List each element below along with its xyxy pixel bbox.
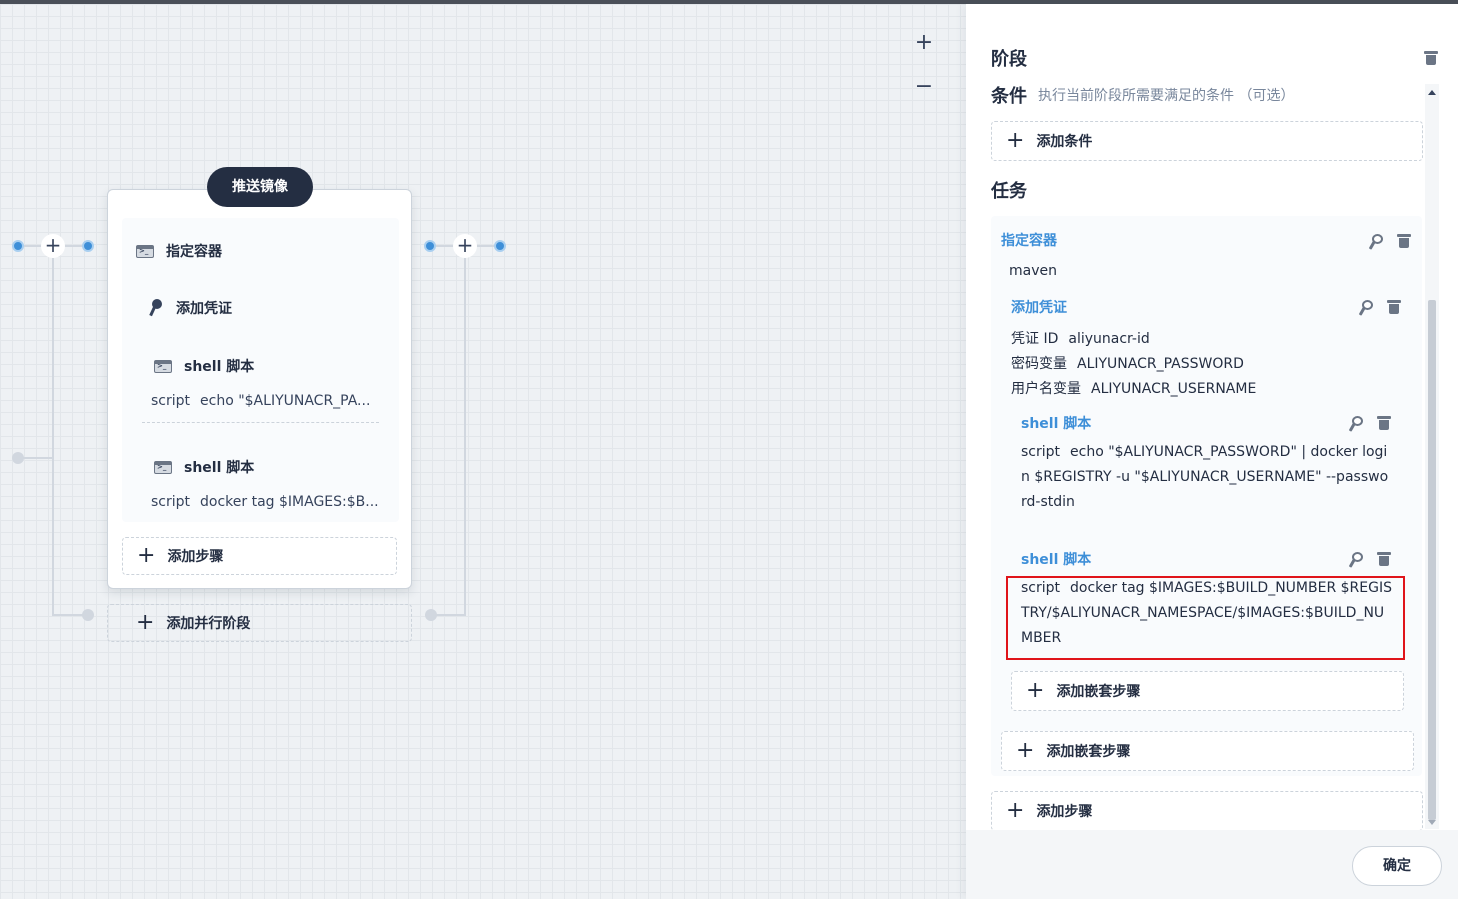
add-parallel-stage-button[interactable]: + 添加并行阶段 — [107, 604, 412, 642]
step-label: 添加凭证 — [176, 301, 232, 317]
add-stage-after-button[interactable]: + — [453, 234, 477, 258]
terminal-icon — [154, 460, 172, 474]
highlight-box — [1006, 576, 1405, 660]
stage-add-step-button[interactable]: + 添加步骤 — [122, 537, 397, 575]
panel-footer: 确定 — [966, 830, 1458, 899]
edit-wrench-icon[interactable] — [1366, 234, 1383, 249]
script-value: echo "$ALIYUNACR_PASSWORD" | docker logi… — [1021, 444, 1389, 510]
connector-line — [20, 457, 54, 459]
plus-icon: + — [1016, 738, 1035, 763]
script-key: script — [151, 494, 191, 510]
task-credential-title[interactable]: 添加凭证 — [1011, 297, 1067, 317]
stage-heading: 阶段 — [991, 49, 1027, 70]
delete-task-icon[interactable] — [1377, 552, 1391, 566]
field-key: 密码变量 — [1011, 356, 1067, 372]
zoom-in-button[interactable]: + — [912, 31, 936, 55]
conditions-heading: 条件 — [991, 86, 1027, 107]
panel-scrollbar[interactable] — [1425, 84, 1439, 829]
delete-task-icon[interactable] — [1397, 234, 1411, 248]
connector-line — [52, 258, 54, 616]
delete-stage-icon[interactable] — [1424, 51, 1438, 65]
delete-task-icon[interactable] — [1387, 300, 1401, 314]
delete-task-icon[interactable] — [1377, 416, 1391, 430]
connector-line — [432, 614, 466, 616]
plus-icon: + — [137, 543, 156, 568]
stage-step-container[interactable]: 指定容器 — [136, 241, 222, 261]
stage-card[interactable]: 指定容器 添加凭证 shell 脚本 script echo "$ALIYUNAC… — [107, 189, 412, 589]
step-label: shell 脚本 — [184, 460, 255, 476]
task-shell-1-title[interactable]: shell 脚本 — [1021, 413, 1091, 433]
add-nested-step-outer-button[interactable]: + 添加嵌套步骤 — [1001, 731, 1414, 771]
tasks-heading: 任务 — [991, 181, 1027, 202]
field-value: aliyunacr-id — [1068, 331, 1150, 347]
terminal-icon — [136, 244, 154, 258]
zoom-out-button[interactable]: − — [912, 75, 936, 99]
connector-dot — [12, 240, 24, 252]
stage-steps-container: 指定容器 添加凭证 shell 脚本 script echo "$ALIYUNAC… — [122, 218, 399, 522]
plus-icon: + — [1006, 128, 1025, 153]
plus-icon: + — [136, 610, 155, 635]
button-label: 添加步骤 — [167, 549, 224, 565]
add-condition-button[interactable]: + 添加条件 — [991, 121, 1423, 161]
task-container-title[interactable]: 指定容器 — [1001, 230, 1057, 250]
stage-step-shell-1[interactable]: shell 脚本 — [154, 356, 254, 376]
stage-step-credential[interactable]: 添加凭证 — [148, 298, 232, 318]
terminal-icon — [154, 359, 172, 373]
step-divider — [142, 422, 379, 423]
plus-icon: + — [1026, 678, 1045, 703]
connector-dot — [424, 240, 436, 252]
connector-dot — [12, 452, 24, 464]
scroll-thumb[interactable] — [1428, 300, 1436, 820]
button-label: 添加条件 — [1036, 134, 1093, 150]
connector-dot — [494, 240, 506, 252]
button-label: 添加步骤 — [1036, 804, 1093, 820]
connector-dot — [425, 609, 437, 621]
shell-1-script: script echo "$ALIYUNACR_PASSWORD" | docke… — [1021, 440, 1393, 515]
add-step-button[interactable]: + 添加步骤 — [991, 791, 1423, 831]
conditions-hint: 执行当前阶段所需要满足的条件 （可选） — [1038, 88, 1295, 104]
stage-title[interactable]: 推送镜像 — [207, 167, 313, 207]
script-key: script — [151, 393, 191, 409]
add-stage-before-button[interactable]: + — [41, 234, 65, 258]
connector-line — [464, 258, 466, 616]
field-key: 凭证 ID — [1011, 331, 1059, 347]
step-script-preview: script docker tag $IMAGES:$B... — [151, 494, 381, 510]
plus-icon: + — [1006, 798, 1025, 823]
add-nested-step-inner-button[interactable]: + 添加嵌套步骤 — [1011, 671, 1404, 711]
pipeline-canvas[interactable]: + − + + 指定容器 添加凭证 shell 脚本 — [0, 4, 966, 899]
connector-dot — [82, 609, 94, 621]
step-script-preview: script echo "$ALIYUNACR_PA... — [151, 393, 381, 409]
credential-password-row: 密码变量 ALIYUNACR_PASSWORD — [1011, 353, 1244, 373]
field-key: 用户名变量 — [1011, 381, 1081, 397]
stage-detail-panel: 阶段 条件 执行当前阶段所需要满足的条件 （可选） + 添加条件 任务 指定容器… — [966, 4, 1458, 899]
button-label: 添加并行阶段 — [166, 616, 251, 632]
scroll-down-icon[interactable] — [1428, 820, 1436, 825]
connector-dot — [82, 240, 94, 252]
edit-wrench-icon[interactable] — [1356, 300, 1373, 315]
button-label: 添加嵌套步骤 — [1046, 744, 1131, 760]
button-label: 添加嵌套步骤 — [1056, 684, 1141, 700]
edit-wrench-icon[interactable] — [1346, 416, 1363, 431]
script-value: docker tag $IMAGES:$B... — [200, 494, 379, 510]
credential-username-row: 用户名变量 ALIYUNACR_USERNAME — [1011, 378, 1256, 398]
script-key: script — [1021, 444, 1061, 460]
field-value: ALIYUNACR_PASSWORD — [1077, 356, 1244, 372]
task-shell-2-title[interactable]: shell 脚本 — [1021, 549, 1091, 569]
script-value: echo "$ALIYUNACR_PA... — [200, 393, 371, 409]
credential-id-row: 凭证 ID aliyunacr-id — [1011, 328, 1150, 348]
scroll-up-icon[interactable] — [1428, 90, 1436, 95]
field-value: ALIYUNACR_USERNAME — [1091, 381, 1257, 397]
edit-wrench-icon[interactable] — [1346, 552, 1363, 567]
key-icon — [148, 299, 164, 317]
confirm-button[interactable]: 确定 — [1352, 846, 1442, 886]
stage-step-shell-2[interactable]: shell 脚本 — [154, 457, 254, 477]
step-label: shell 脚本 — [184, 359, 255, 375]
step-label: 指定容器 — [166, 244, 222, 260]
container-value: maven — [1009, 263, 1057, 279]
